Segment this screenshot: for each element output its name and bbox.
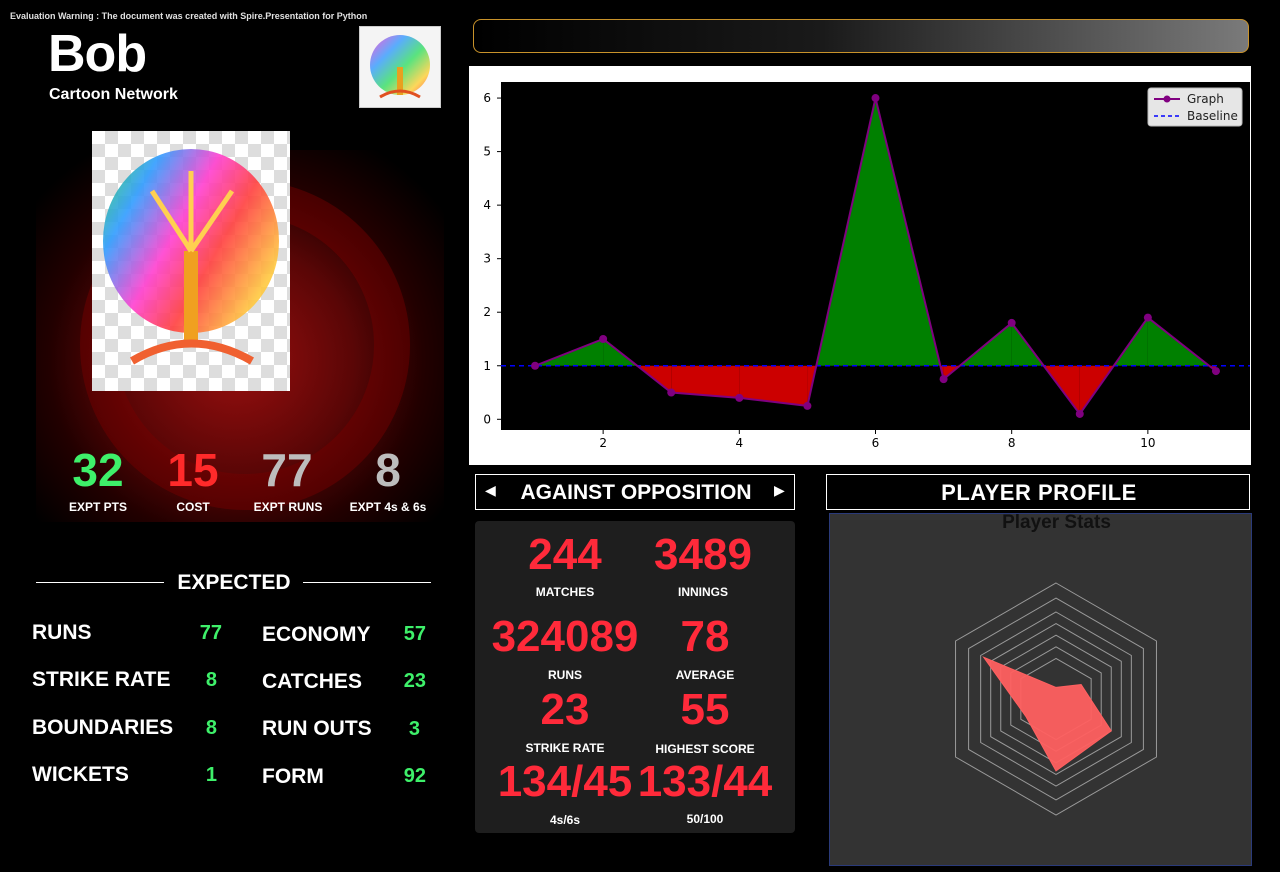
y-tick-label: 1 [483, 359, 491, 373]
legend-graph-label: Graph [1187, 92, 1224, 106]
opp-highest-score-value: 55 [680, 685, 730, 734]
opposition-stats-panel: 244 MATCHES 3489 INNINGS 324089 RUNS 78 … [475, 521, 795, 833]
expected-boundaries-value: 8 [205, 717, 217, 739]
player-stats-radar: Player Stats [829, 512, 1252, 866]
opp-innings-label: INNINGS [677, 585, 728, 599]
y-tick-label: 0 [483, 412, 491, 426]
graph-data-point [531, 361, 540, 370]
opp-strike-rate-label: STRIKE RATE [525, 741, 605, 755]
opp-innings-value: 3489 [654, 530, 752, 579]
opp-50-100-value: 133/44 [637, 757, 773, 806]
player-team: Cartoon Network [49, 86, 178, 103]
y-tick-label: 3 [483, 252, 491, 266]
expected-wickets-label: WICKETS [32, 763, 129, 786]
kpi-cost-value: 15 [167, 444, 219, 496]
player-photo [92, 131, 290, 391]
opp-runs-label: RUNS [547, 668, 582, 682]
opp-strike-rate-value: 23 [540, 685, 590, 734]
x-tick-label: 10 [1140, 436, 1155, 450]
expected-economy-value: 57 [403, 623, 426, 645]
performance-chart: 2 4 6 8 10 0 1 2 3 4 5 6 Graph Baseline [469, 66, 1251, 465]
expected-wickets-value: 1 [205, 764, 217, 786]
opposition-title: AGAINST OPPOSITION [520, 481, 752, 504]
y-tick-label: 6 [483, 91, 491, 105]
expected-form-value: 92 [403, 765, 426, 787]
expected-catches-value: 23 [403, 670, 426, 692]
graph-data-point [871, 94, 880, 103]
opp-matches-value: 244 [528, 530, 602, 579]
legend-baseline-label: Baseline [1187, 109, 1238, 123]
player-profile-title: PLAYER PROFILE [941, 480, 1137, 505]
expected-title: EXPECTED [177, 571, 291, 594]
expected-form-label: FORM [262, 765, 324, 788]
graph-data-point [735, 393, 744, 402]
evaluation-warning: Evaluation Warning : The document was cr… [10, 11, 368, 21]
expected-divider-left [36, 582, 164, 583]
opposition-header: ◀ AGAINST OPPOSITION ▶ [475, 474, 795, 510]
x-tick-label: 6 [872, 436, 880, 450]
expected-strike-rate-value: 8 [205, 669, 217, 691]
kpi-expt-runs-value: 77 [261, 444, 313, 496]
legend-graph-marker [1163, 95, 1171, 103]
expected-boundaries-label: BOUNDARIES [32, 716, 174, 739]
performance-chart-svg: 2 4 6 8 10 0 1 2 3 4 5 6 Graph Baseline [483, 82, 1250, 450]
opp-average-value: 78 [680, 612, 730, 661]
expected-strike-rate-label: STRIKE RATE [32, 668, 171, 691]
kpi-expt-pts-label: EXPT PTS [68, 500, 127, 514]
graph-data-point [1007, 318, 1016, 327]
kpi-expt-pts-value: 32 [72, 444, 124, 496]
y-tick-label: 2 [483, 305, 491, 319]
opp-highest-score-label: HIGHEST SCORE [655, 742, 755, 756]
opp-4s6s-label: 4s/6s [549, 813, 581, 827]
kpi-expt-4s6s-label: EXPT 4s & 6s [349, 500, 427, 514]
graph-data-point [599, 334, 608, 343]
y-tick-label: 5 [483, 145, 491, 159]
x-tick-label: 4 [735, 436, 743, 450]
expected-catches-label: CATCHES [262, 670, 362, 693]
kpi-expt-runs-label: EXPT RUNS [253, 500, 323, 514]
graph-data-point [1211, 367, 1220, 376]
opp-runs-value: 324089 [491, 612, 639, 661]
expected-run-outs-label: RUN OUTS [262, 717, 372, 740]
radar-svg [955, 582, 1157, 816]
x-tick-label: 2 [599, 436, 607, 450]
graph-data-point [667, 388, 676, 397]
player-profile-header: PLAYER PROFILE [826, 474, 1250, 510]
opp-50-100-label: 50/100 [686, 812, 724, 826]
kpi-cost-label: COST [176, 500, 210, 514]
x-tick-label: 8 [1008, 436, 1016, 450]
expected-economy-label: ECONOMY [262, 623, 371, 646]
y-tick-label: 4 [483, 198, 491, 212]
player-name: Bob [48, 25, 147, 83]
kpi-expt-4s6s-value: 8 [375, 444, 401, 496]
opp-average-label: AVERAGE [675, 668, 735, 682]
opp-matches-label: MATCHES [535, 585, 595, 599]
graph-data-point [1143, 313, 1152, 322]
expected-runs-value: 77 [199, 622, 222, 644]
radar-title: Player Stats [1002, 512, 1111, 533]
header-banner [473, 19, 1249, 53]
next-arrow-icon[interactable]: ▶ [774, 482, 785, 499]
graph-data-point [939, 375, 948, 384]
graph-data-point [1075, 409, 1084, 418]
graph-data-point [803, 401, 812, 410]
expected-divider-right [303, 582, 431, 583]
expected-run-outs-value: 3 [408, 718, 420, 740]
tree-logo-icon [359, 26, 441, 108]
opp-4s6s-value: 134/45 [497, 757, 633, 806]
expected-runs-label: RUNS [32, 621, 92, 644]
